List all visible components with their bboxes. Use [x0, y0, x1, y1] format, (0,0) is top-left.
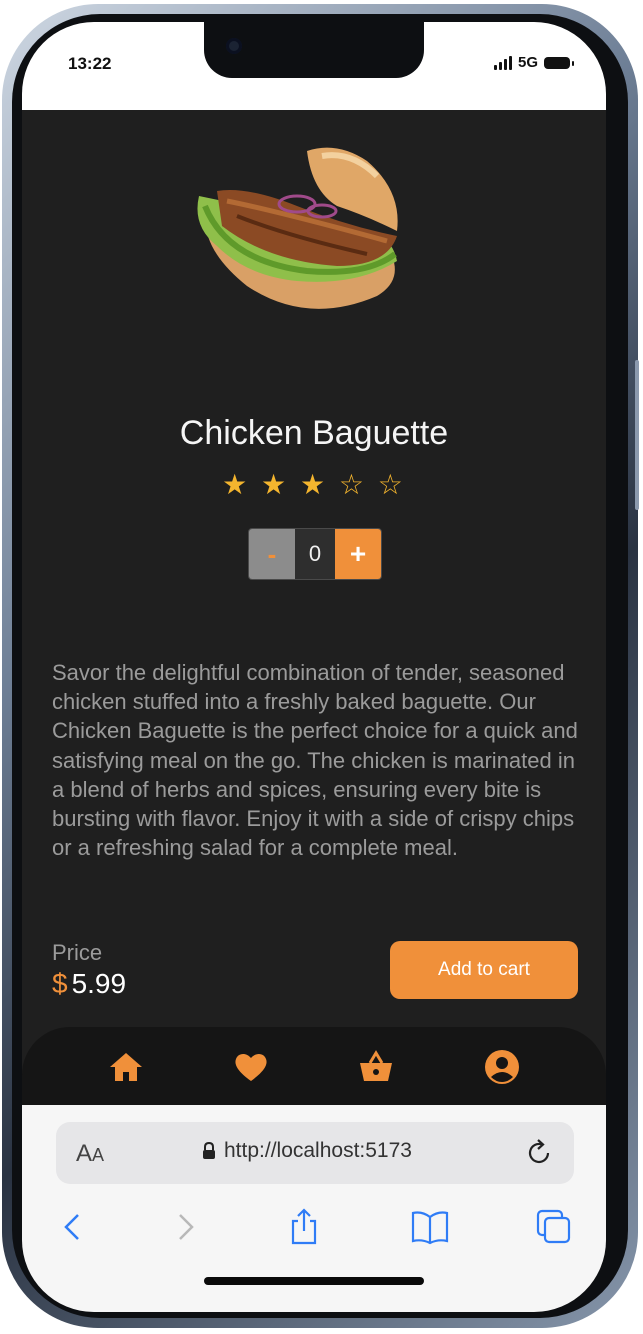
add-to-cart-button[interactable]: Add to cart: [390, 941, 578, 999]
increase-quantity-button[interactable]: +: [335, 529, 381, 579]
currency-symbol: $: [52, 968, 68, 999]
product-image: [197, 147, 398, 309]
reload-icon[interactable]: [524, 1138, 554, 1168]
signal-icon: [493, 55, 512, 70]
price-label: Price: [52, 940, 103, 965]
text-size-button[interactable]: AA: [76, 1140, 104, 1168]
camera-icon: [226, 38, 242, 54]
status-time: 13:22: [68, 54, 112, 73]
rating-stars: ★ ★ ★ ☆ ☆: [22, 468, 606, 501]
side-button: [635, 360, 639, 510]
quantity-stepper: - 0 +: [248, 528, 382, 580]
decrease-quantity-button[interactable]: -: [249, 529, 295, 579]
battery-icon: [544, 56, 574, 69]
star-empty-icon: ☆: [338, 469, 367, 500]
lock-icon: [203, 1142, 215, 1159]
product-detail: Chicken Baguette ★ ★ ★ ☆ ☆ - 0 + Savor t…: [22, 110, 606, 1105]
address-bar[interactable]: AA http://localhost:5173: [56, 1122, 574, 1184]
forward-icon[interactable]: [166, 1207, 206, 1247]
product-description: Savor the delightful combination of tend…: [52, 660, 578, 861]
quantity-value: 0: [308, 541, 322, 566]
browser-chrome: AA http://localhost:5173: [22, 1105, 606, 1312]
tabs-icon[interactable]: [534, 1207, 574, 1247]
home-icon[interactable]: [108, 1049, 144, 1085]
heart-icon[interactable]: [233, 1049, 269, 1085]
phone-screen: 13:22 5G Chicken Baguette ★ ★ ★ ☆ ☆ - 0 …: [22, 22, 606, 1312]
user-icon[interactable]: [484, 1049, 520, 1085]
star-filled-icon: ★: [261, 469, 290, 500]
url-display[interactable]: http://localhost:5173: [202, 1139, 412, 1163]
price-value: $5.99: [52, 968, 126, 1000]
status-bar: 13:22 5G: [22, 22, 606, 110]
star-empty-icon: ☆: [377, 469, 406, 500]
star-filled-icon: ★: [222, 469, 251, 500]
bottom-tab-bar: [22, 1027, 606, 1117]
share-icon[interactable]: [284, 1207, 324, 1247]
bookmarks-icon[interactable]: [410, 1207, 450, 1247]
back-icon[interactable]: [52, 1207, 92, 1247]
star-filled-icon: ★: [299, 469, 329, 500]
home-indicator: [204, 1277, 424, 1285]
status-indicators: 5G: [493, 54, 574, 71]
price-amount: 5.99: [71, 968, 127, 999]
url-text: http://localhost:5173: [224, 1139, 412, 1162]
basket-icon[interactable]: [358, 1049, 394, 1085]
network-label: 5G: [517, 54, 538, 71]
product-title: Chicken Baguette: [179, 414, 449, 452]
